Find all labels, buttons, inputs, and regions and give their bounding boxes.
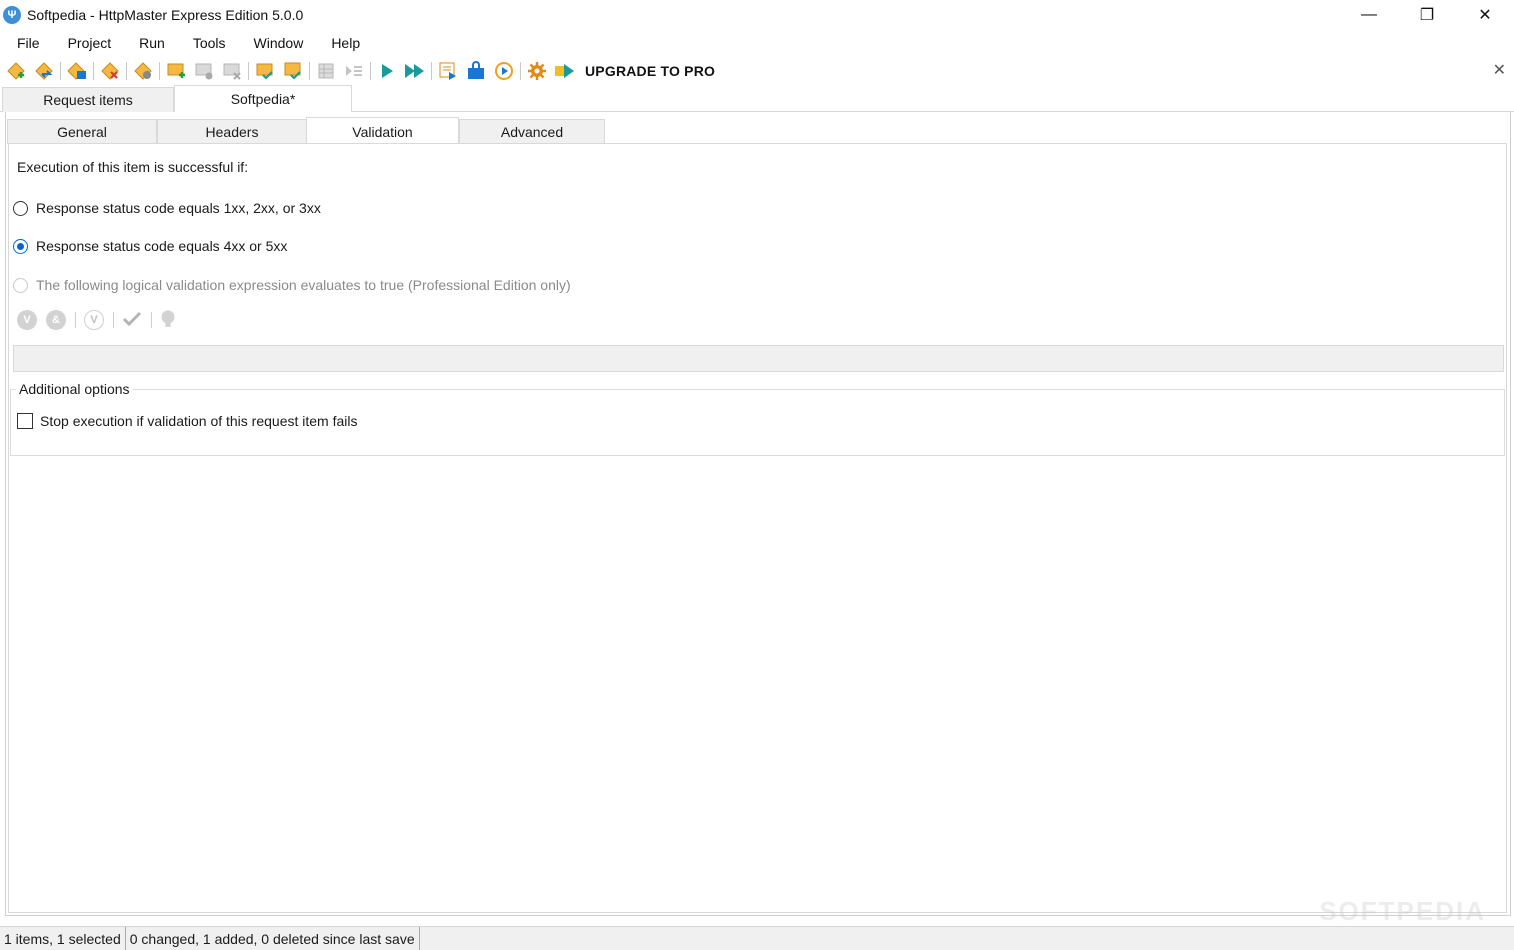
tab-request-items[interactable]: Request items <box>2 87 174 112</box>
toolbar-separator <box>113 312 114 328</box>
edit-request-icon <box>193 60 215 82</box>
toolbar-separator <box>431 62 432 80</box>
status-bar: 1 items, 1 selected 0 changed, 1 added, … <box>0 926 1514 950</box>
close-tab-icon[interactable]: ✕ <box>1493 60 1506 80</box>
package-icon[interactable] <box>465 60 487 82</box>
run-all-icon[interactable] <box>404 60 426 82</box>
check-request-icon[interactable] <box>254 60 276 82</box>
new-project-icon[interactable] <box>5 60 27 82</box>
validate-check-icon <box>122 311 142 330</box>
radio-status-1xx-3xx-label[interactable]: Response status code equals 1xx, 2xx, or… <box>36 200 321 216</box>
status-item-count: 1 items, 1 selected <box>0 926 126 950</box>
validation-intro-label: Execution of this item is successful if: <box>17 159 249 175</box>
insert-and-icon: & <box>46 310 66 330</box>
close-project-icon[interactable] <box>99 60 121 82</box>
run-list-icon <box>343 60 365 82</box>
toolbar-separator <box>151 312 152 328</box>
grid-view-icon <box>315 60 337 82</box>
close-window-button[interactable]: ✕ <box>1456 0 1514 30</box>
project-settings-icon[interactable] <box>132 60 154 82</box>
stop-on-fail-checkbox[interactable] <box>17 413 33 429</box>
toolbar-separator <box>248 62 249 80</box>
tab-advanced[interactable]: Advanced <box>459 119 605 144</box>
upgrade-to-pro-link[interactable]: UPGRADE TO PRO <box>585 63 715 79</box>
toolbar-separator <box>520 62 521 80</box>
menu-tools[interactable]: Tools <box>176 35 237 51</box>
stop-on-fail-label[interactable]: Stop execution if validation of this req… <box>40 413 358 429</box>
tab-general[interactable]: General <box>7 119 157 144</box>
add-request-icon[interactable] <box>165 60 187 82</box>
toolbar-separator <box>93 62 94 80</box>
open-project-icon[interactable] <box>33 60 55 82</box>
toolbar-separator <box>309 62 310 80</box>
menu-bar: File Project Run Tools Window Help <box>0 30 1514 56</box>
toolbar: UPGRADE TO PRO ✕ <box>0 57 1514 85</box>
expression-toolbar: V & V <box>17 309 176 331</box>
status-changes: 0 changed, 1 added, 0 deleted since last… <box>126 926 420 950</box>
toolbar-separator <box>75 312 76 328</box>
toolbar-separator <box>370 62 371 80</box>
upgrade-icon[interactable] <box>554 60 576 82</box>
menu-help[interactable]: Help <box>314 35 371 51</box>
validation-page <box>8 143 1507 913</box>
toolbar-separator <box>60 62 61 80</box>
radio-logical-expression-label: The following logical validation express… <box>36 277 571 293</box>
maximize-button[interactable]: ❐ <box>1398 0 1456 30</box>
tab-headers[interactable]: Headers <box>157 119 307 144</box>
radio-status-4xx-5xx[interactable] <box>13 239 28 254</box>
run-icon[interactable] <box>376 60 398 82</box>
save-project-icon[interactable] <box>66 60 88 82</box>
tab-softpedia[interactable]: Softpedia* <box>174 85 352 113</box>
minimize-button[interactable]: — <box>1340 0 1398 30</box>
hint-bulb-icon <box>160 309 176 332</box>
insert-value-icon: V <box>84 310 104 330</box>
document-tabs: Request items Softpedia* <box>0 85 1514 113</box>
radio-status-1xx-3xx[interactable] <box>13 201 28 216</box>
softpedia-watermark: SOFTPEDIA <box>1319 896 1486 926</box>
validation-expression-input <box>13 345 1504 372</box>
toolbar-separator <box>159 62 160 80</box>
menu-project[interactable]: Project <box>51 35 123 51</box>
menu-file[interactable]: File <box>0 35 51 51</box>
gear-icon[interactable] <box>526 60 548 82</box>
title-bar: Ψ Softpedia - HttpMaster Express Edition… <box>0 0 1514 30</box>
delete-request-icon <box>221 60 243 82</box>
results-icon[interactable] <box>437 60 459 82</box>
tab-validation[interactable]: Validation <box>306 117 459 145</box>
app-logo-icon: Ψ <box>3 6 21 24</box>
menu-window[interactable]: Window <box>237 35 315 51</box>
insert-variable-icon: V <box>17 310 37 330</box>
radio-status-4xx-5xx-label[interactable]: Response status code equals 4xx or 5xx <box>36 238 287 254</box>
window-title: Softpedia - HttpMaster Express Edition 5… <box>27 7 304 23</box>
check-all-requests-icon[interactable] <box>282 60 304 82</box>
additional-options-title: Additional options <box>16 381 133 397</box>
toolbar-separator <box>126 62 127 80</box>
execute-icon[interactable] <box>493 60 515 82</box>
window-controls: — ❐ ✕ <box>1340 0 1514 30</box>
radio-logical-expression <box>13 278 28 293</box>
menu-run[interactable]: Run <box>122 35 176 51</box>
